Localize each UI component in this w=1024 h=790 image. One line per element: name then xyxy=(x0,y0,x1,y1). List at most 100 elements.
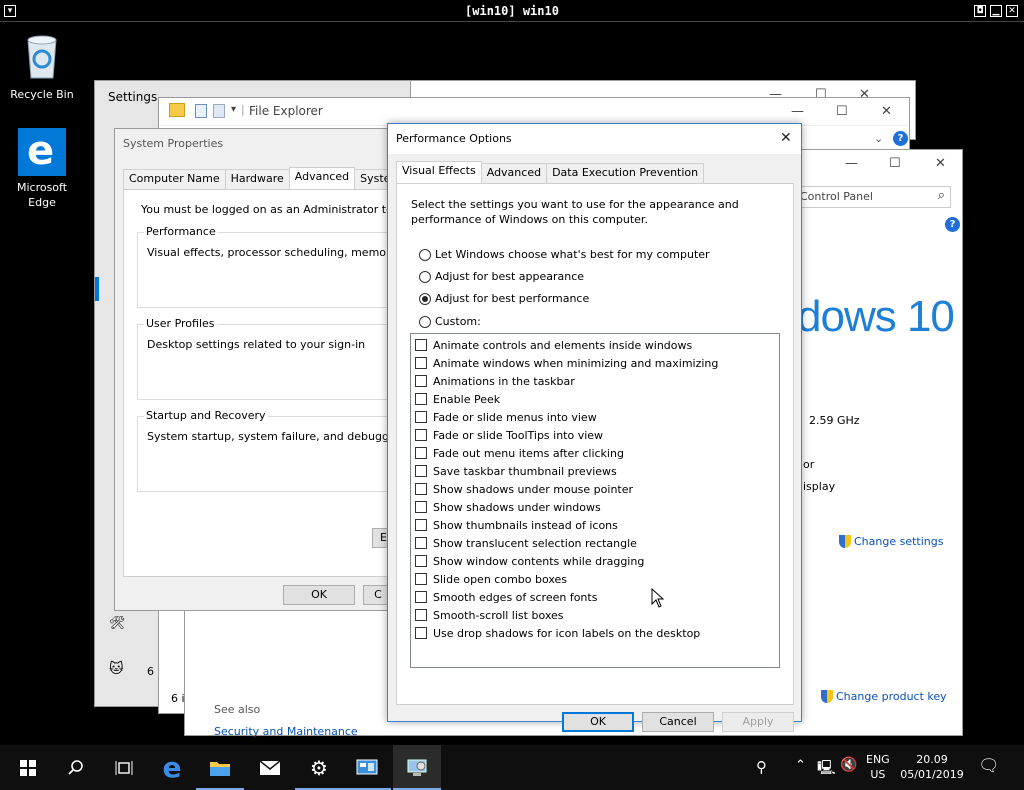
performance-options-dialog[interactable]: Performance Options ✕ Visual Effects Adv… xyxy=(387,123,802,732)
ok-button[interactable]: OK xyxy=(283,585,355,605)
minimize-icon[interactable]: — xyxy=(791,104,804,119)
tab-visual-effects[interactable]: Visual Effects xyxy=(396,161,482,183)
search-icon[interactable]: ⌕ xyxy=(938,188,945,203)
people-icon[interactable]: ⚲ xyxy=(756,758,767,776)
radio-circle[interactable] xyxy=(419,270,431,283)
taskbar-edge[interactable]: e xyxy=(148,745,196,790)
vm-minimize-button[interactable]: ▁ xyxy=(990,5,1002,17)
checkbox[interactable] xyxy=(415,375,427,387)
file-explorer-title: File Explorer xyxy=(249,104,323,118)
checkbox-item[interactable]: Show thumbnails instead of icons xyxy=(415,517,618,533)
checkbox-item[interactable]: Show window contents while dragging xyxy=(415,553,644,569)
cancel-button[interactable]: Cancel xyxy=(642,712,714,732)
checkbox-item[interactable]: Save taskbar thumbnail previews xyxy=(415,463,617,479)
checkbox-label: Show shadows under mouse pointer xyxy=(433,482,634,496)
checkbox-item[interactable]: Use drop shadows for icon labels on the … xyxy=(415,625,700,641)
taskbar-file-explorer[interactable] xyxy=(196,745,244,790)
checkbox[interactable] xyxy=(415,627,427,639)
language-indicator[interactable]: ENG US xyxy=(866,752,890,782)
tab-computer-name[interactable]: Computer Name xyxy=(123,169,226,189)
ok-button[interactable]: OK xyxy=(562,712,634,732)
checkbox[interactable] xyxy=(415,483,427,495)
checkbox[interactable] xyxy=(415,537,427,549)
task-view-button[interactable] xyxy=(100,745,148,790)
checkbox-item[interactable]: Slide open combo boxes xyxy=(415,571,567,587)
start-button[interactable] xyxy=(4,745,52,790)
checkbox-item[interactable]: Show shadows under windows xyxy=(415,499,601,515)
radio-circle[interactable] xyxy=(419,315,431,328)
help-icon[interactable]: ? xyxy=(945,217,960,232)
desktop-icon-edge[interactable]: e Microsoft Edge xyxy=(2,128,82,210)
visual-effects-checkbox-list[interactable]: Animate controls and elements inside win… xyxy=(410,333,780,668)
properties-icon[interactable] xyxy=(195,104,207,118)
checkbox[interactable] xyxy=(415,591,427,603)
minimize-icon[interactable]: — xyxy=(845,156,858,171)
checkbox-item[interactable]: Fade out menu items after clicking xyxy=(415,445,624,461)
close-icon[interactable]: ✕ xyxy=(881,104,892,119)
checkbox-item[interactable]: Fade or slide ToolTips into view xyxy=(415,427,603,443)
control-panel-search[interactable]: Control Panel ⌕ xyxy=(785,186,951,208)
tab-data-execution-prevention[interactable]: Data Execution Prevention xyxy=(546,163,705,183)
chevron-down-icon[interactable]: ▾ xyxy=(231,104,236,115)
checkbox[interactable] xyxy=(415,339,427,351)
desktop-icon-recycle-bin[interactable]: Recycle Bin xyxy=(2,32,82,102)
taskbar-system-properties[interactable] xyxy=(393,745,441,790)
vm-close-button[interactable]: ✕ xyxy=(1006,5,1018,17)
checkbox[interactable] xyxy=(415,573,427,585)
taskbar-control-panel[interactable] xyxy=(343,745,391,790)
checkbox-item[interactable]: Show translucent selection rectangle xyxy=(415,535,637,551)
checkbox-item[interactable]: Smooth edges of screen fonts xyxy=(415,589,597,605)
checkbox[interactable] xyxy=(415,447,427,459)
chevron-up-icon[interactable]: ⌃ xyxy=(795,758,806,773)
checkbox-item[interactable]: Animate controls and elements inside win… xyxy=(415,337,692,353)
volume-muted-icon[interactable]: 🔇 xyxy=(840,757,857,773)
checkbox[interactable] xyxy=(415,429,427,441)
radio-best-performance[interactable]: Adjust for best performance xyxy=(419,292,589,305)
wrench-icon[interactable]: 🛠 xyxy=(109,616,126,631)
checkbox-item[interactable]: Animate windows when minimizing and maxi… xyxy=(415,355,718,371)
search-button[interactable] xyxy=(52,745,100,790)
tab-advanced[interactable]: Advanced xyxy=(480,163,548,183)
checkbox[interactable] xyxy=(415,609,427,621)
tab-hardware[interactable]: Hardware xyxy=(224,169,290,189)
checkbox[interactable] xyxy=(415,555,427,567)
checkbox[interactable] xyxy=(415,393,427,405)
maximize-icon[interactable]: ☐ xyxy=(836,104,848,119)
radio-best-appearance[interactable]: Adjust for best appearance xyxy=(419,270,584,283)
checkbox[interactable] xyxy=(415,357,427,369)
change-settings-link[interactable]: Change settings xyxy=(839,535,943,548)
help-icon[interactable]: ? xyxy=(893,131,908,146)
taskbar-settings[interactable]: ⚙ xyxy=(295,745,343,790)
checkbox[interactable] xyxy=(415,465,427,477)
ribbon-expand-icon[interactable]: ⌄ xyxy=(874,132,883,145)
apply-button[interactable]: Apply xyxy=(722,712,794,732)
checkbox-item[interactable]: Enable Peek xyxy=(415,391,500,407)
radio-let-windows-choose[interactable]: Let Windows choose what's best for my co… xyxy=(419,248,710,261)
checkbox-item[interactable]: Smooth-scroll list boxes xyxy=(415,607,564,623)
close-icon[interactable]: ✕ xyxy=(780,130,792,146)
checkbox-item[interactable]: Show shadows under mouse pointer xyxy=(415,481,633,497)
security-maintenance-link[interactable]: Security and Maintenance xyxy=(214,725,358,738)
vm-restore-button[interactable]: ◘ xyxy=(974,5,986,17)
change-product-key-link[interactable]: Change product key xyxy=(821,690,947,703)
checkbox-item[interactable]: Animations in the taskbar xyxy=(415,373,575,389)
checkbox-item[interactable]: Fade or slide menus into view xyxy=(415,409,597,425)
radio-circle[interactable] xyxy=(419,248,431,261)
radio-custom[interactable]: Custom: xyxy=(419,315,481,328)
new-folder-icon[interactable] xyxy=(213,104,225,118)
radio-circle-selected[interactable] xyxy=(419,292,431,305)
maximize-icon[interactable]: ☐ xyxy=(889,156,901,171)
language-code: ENG xyxy=(866,753,890,766)
tab-advanced[interactable]: Advanced xyxy=(288,167,356,189)
taskbar-mail[interactable] xyxy=(246,745,294,790)
clock[interactable]: 20.09 05/01/2019 xyxy=(900,752,964,782)
visual-effects-intro: Select the settings you want to use for … xyxy=(411,198,739,226)
checkbox-label: Use drop shadows for icon labels on the … xyxy=(433,626,701,640)
checkbox[interactable] xyxy=(415,519,427,531)
action-center-icon[interactable]: 🗨 xyxy=(978,756,1000,776)
checkbox[interactable] xyxy=(415,501,427,513)
cat-icon[interactable]: 🐱 xyxy=(109,661,124,677)
checkbox[interactable] xyxy=(415,411,427,423)
network-icon[interactable]: 🖳 xyxy=(817,757,836,781)
close-icon[interactable]: ✕ xyxy=(935,156,946,171)
